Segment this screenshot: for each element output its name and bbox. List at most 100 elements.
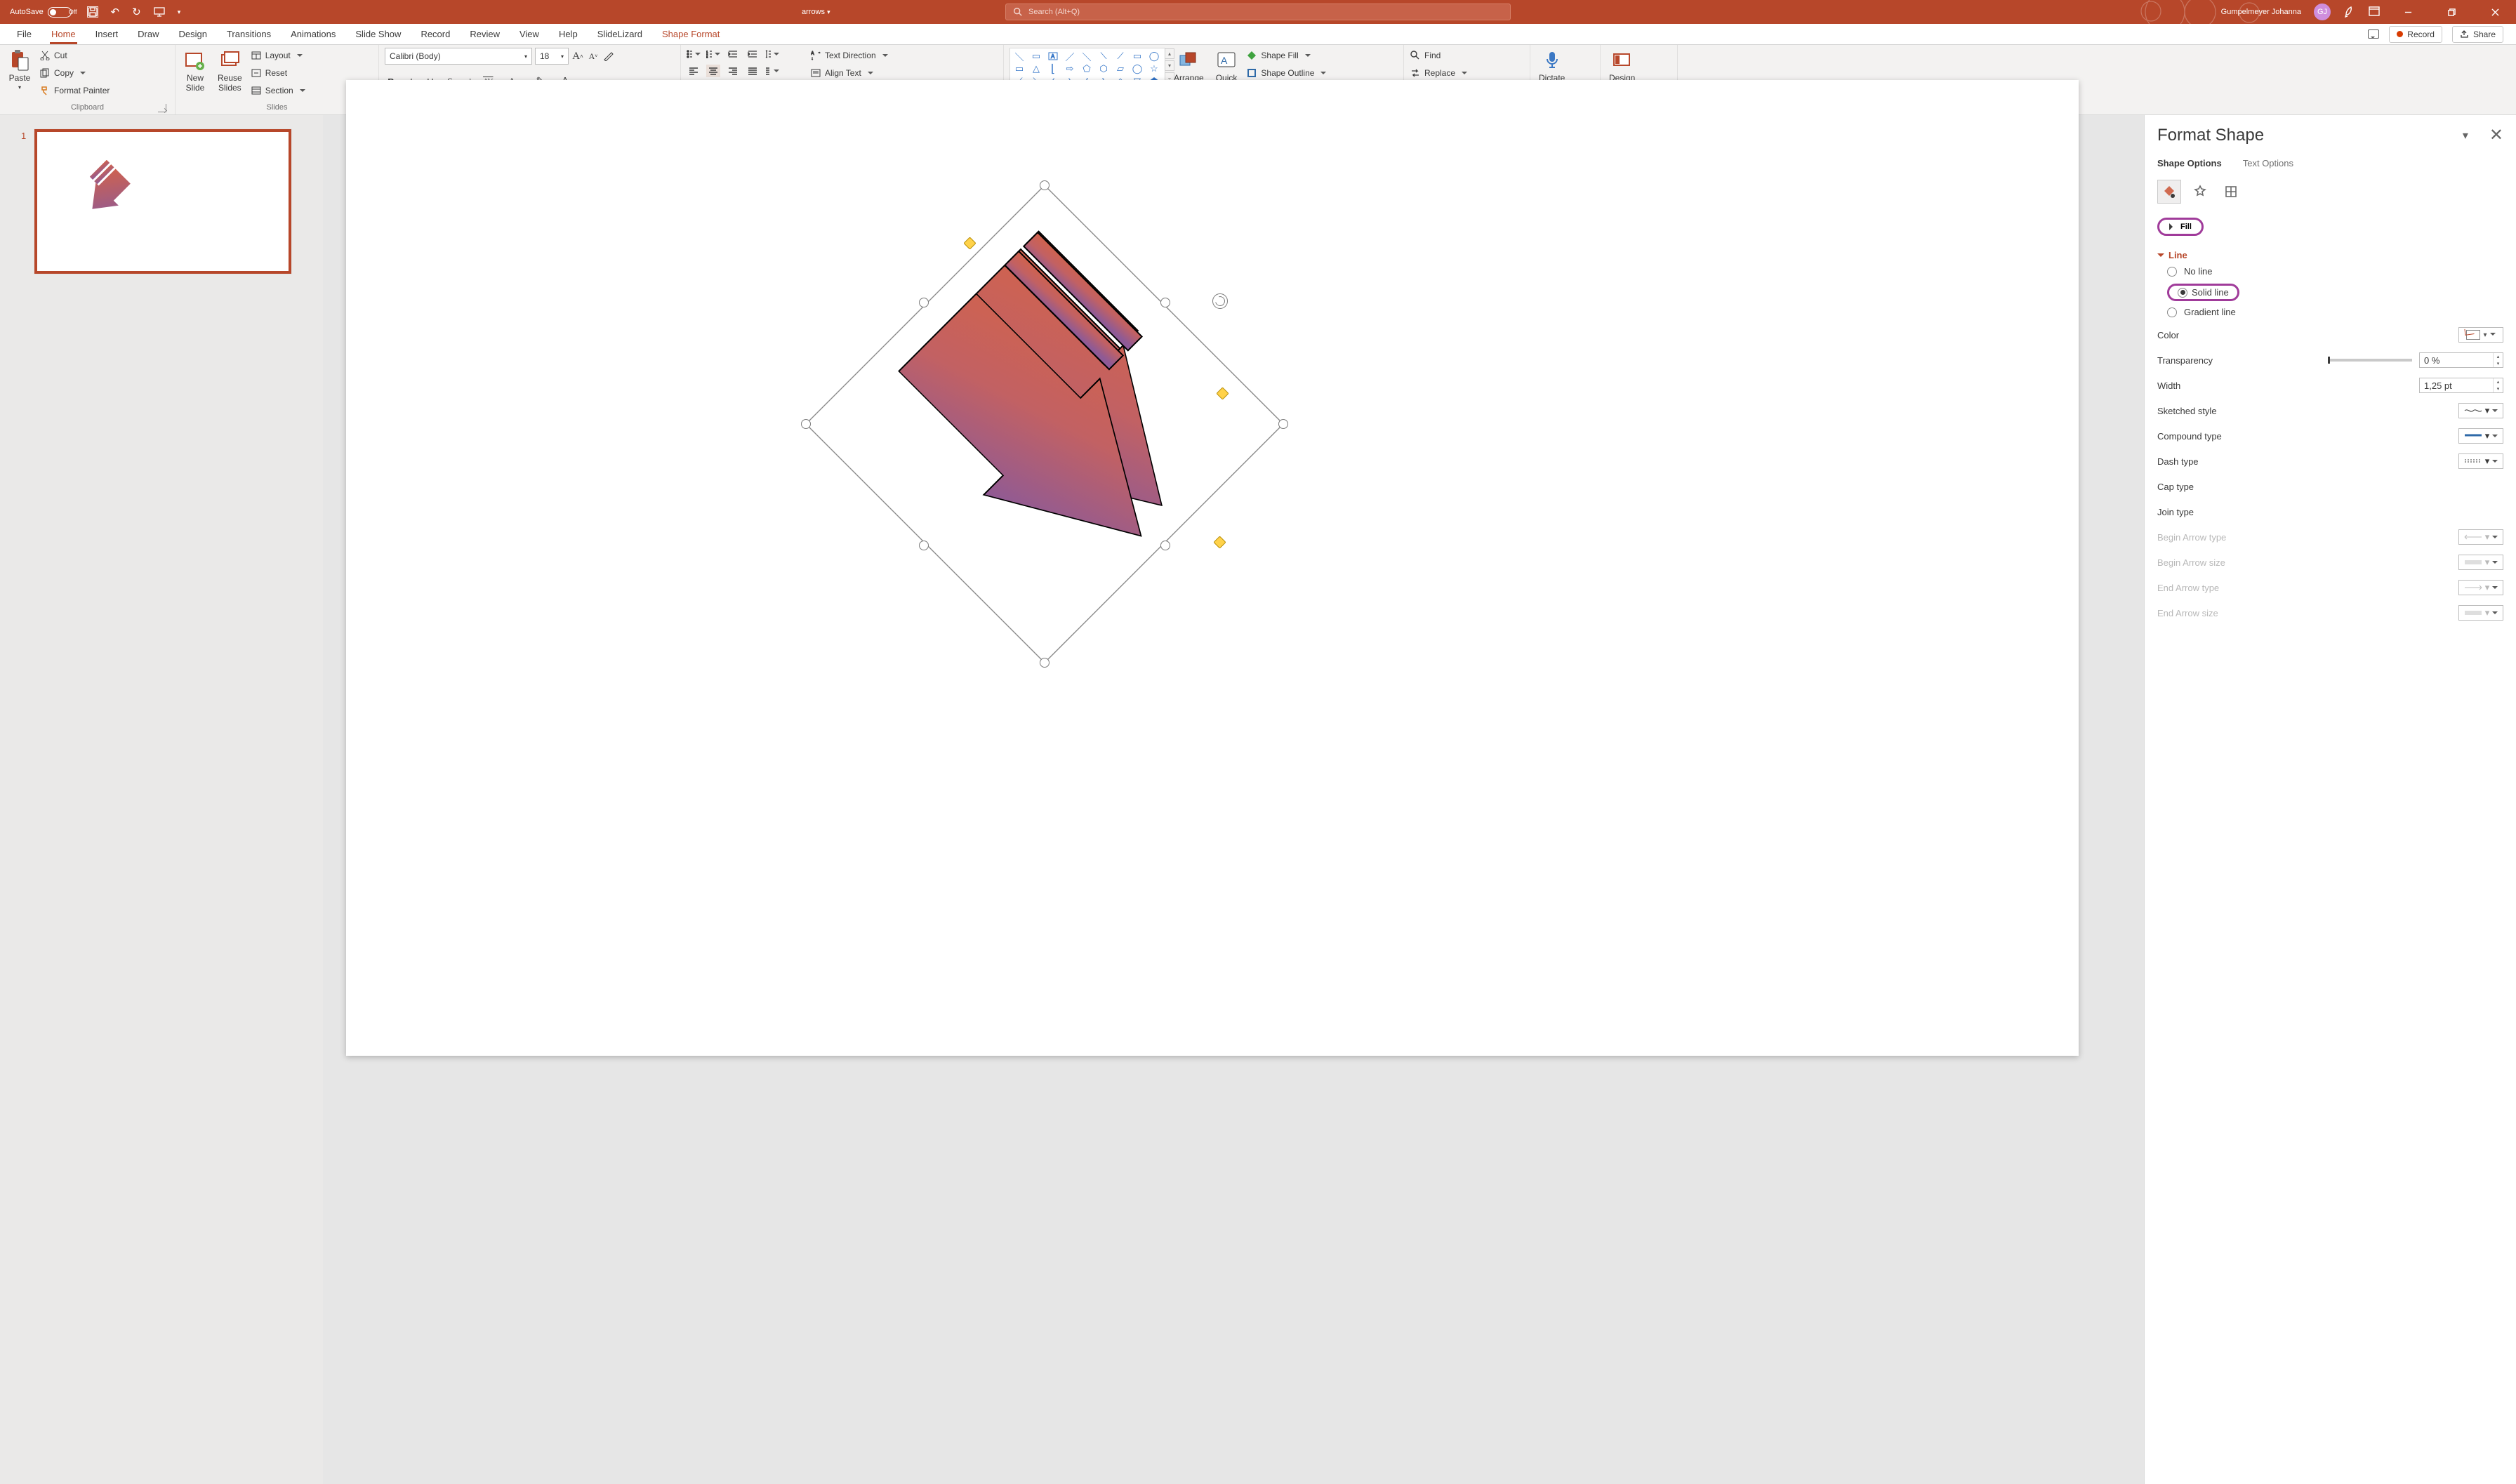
bullets-button[interactable] bbox=[687, 48, 701, 60]
qat-more-icon[interactable]: ▾ bbox=[178, 8, 181, 16]
width-input[interactable]: 1,25 pt▴▾ bbox=[2419, 378, 2503, 393]
clipboard-launcher[interactable] bbox=[158, 104, 166, 112]
increase-font-icon[interactable]: A˄ bbox=[571, 49, 584, 63]
numbering-button[interactable]: 123 bbox=[706, 48, 720, 60]
decrease-font-icon[interactable]: A˅ bbox=[587, 49, 600, 63]
clear-format-icon[interactable] bbox=[602, 49, 615, 63]
line-spacing-button[interactable] bbox=[765, 48, 779, 60]
ribbon-tabs: File Home Insert Draw Design Transitions… bbox=[0, 24, 2516, 45]
text-direction-button[interactable]: AText Direction bbox=[810, 48, 911, 63]
shape-fill-button[interactable]: Shape Fill bbox=[1246, 48, 1326, 63]
rotation-handle[interactable] bbox=[1212, 293, 1228, 309]
tab-insert[interactable]: Insert bbox=[86, 24, 128, 44]
maximize-button[interactable] bbox=[2436, 1, 2467, 23]
close-button[interactable] bbox=[2479, 1, 2510, 23]
radio-solid-line[interactable]: Solid line bbox=[2167, 284, 2239, 301]
format-painter-button[interactable]: Format Painter bbox=[39, 83, 110, 98]
layout-button[interactable]: Layout bbox=[251, 48, 305, 63]
tab-shape-options[interactable]: Shape Options bbox=[2157, 158, 2222, 168]
tab-record[interactable]: Record bbox=[411, 24, 460, 44]
coming-soon-icon[interactable] bbox=[2343, 5, 2356, 20]
cut-button[interactable]: Cut bbox=[39, 48, 110, 63]
tab-animations[interactable]: Animations bbox=[281, 24, 345, 44]
columns-button[interactable] bbox=[765, 65, 779, 77]
taskpane-close-button[interactable]: ✕ bbox=[2489, 125, 2503, 145]
radio-gradient-line[interactable]: Gradient line bbox=[2167, 307, 2503, 317]
display-options-icon[interactable] bbox=[2369, 6, 2380, 18]
transparency-slider[interactable] bbox=[2328, 359, 2412, 362]
replace-button[interactable]: Replace bbox=[1410, 65, 1467, 81]
tab-shape-format[interactable]: Shape Format bbox=[652, 24, 729, 44]
present-icon[interactable] bbox=[154, 6, 165, 18]
autosave-toggle[interactable] bbox=[48, 7, 72, 18]
copy-button[interactable]: Copy bbox=[39, 65, 110, 81]
record-dot-icon bbox=[2397, 31, 2403, 37]
line-color-picker[interactable]: ▾ bbox=[2458, 327, 2503, 343]
subtab-fill-line[interactable] bbox=[2157, 180, 2181, 204]
align-text-button[interactable]: Align Text bbox=[810, 65, 911, 81]
thumb-arrow-icon bbox=[68, 160, 145, 237]
shape-textbox-icon[interactable]: A bbox=[1047, 51, 1059, 61]
reuse-slides-button[interactable]: Reuse Slides bbox=[215, 48, 245, 94]
taskpane-options-icon[interactable]: ▾ bbox=[2463, 128, 2468, 143]
new-slide-button[interactable]: New Slide bbox=[181, 48, 209, 94]
record-button[interactable]: Record bbox=[2389, 26, 2442, 43]
transparency-input[interactable]: 0 %▴▾ bbox=[2419, 352, 2503, 368]
tab-text-options[interactable]: Text Options bbox=[2243, 158, 2293, 168]
slide-thumbnails: 1 bbox=[0, 115, 323, 1484]
sketched-style-select[interactable]: ▾ bbox=[2458, 403, 2503, 418]
tab-help[interactable]: Help bbox=[549, 24, 588, 44]
paste-button[interactable]: Paste▾ bbox=[6, 48, 34, 92]
increase-indent-button[interactable] bbox=[746, 48, 760, 60]
document-title[interactable]: arrows ▾ bbox=[802, 8, 830, 16]
align-center-button[interactable] bbox=[706, 65, 720, 77]
tab-file[interactable]: File bbox=[7, 24, 41, 44]
tab-transitions[interactable]: Transitions bbox=[217, 24, 281, 44]
align-left-button[interactable] bbox=[687, 65, 701, 77]
begin-arrow-type-select: ▾ bbox=[2458, 529, 2503, 545]
decrease-indent-button[interactable] bbox=[726, 48, 740, 60]
svg-text:A: A bbox=[811, 51, 814, 56]
autosave-state: Off bbox=[69, 8, 77, 15]
align-justify-button[interactable] bbox=[746, 65, 760, 77]
selected-shape[interactable] bbox=[767, 164, 1322, 719]
titlebar: AutoSave Off ↶ ↻ ▾ arrows ▾ Search (Alt+… bbox=[0, 0, 2516, 24]
font-name-select[interactable]: Calibri (Body)▾ bbox=[385, 48, 532, 65]
comments-button[interactable] bbox=[2368, 29, 2379, 39]
autosave-label: AutoSave bbox=[10, 8, 44, 16]
line-section-header[interactable]: Line bbox=[2157, 250, 2503, 260]
fill-section-header[interactable]: Fill bbox=[2157, 218, 2204, 236]
shape-rect-icon[interactable]: ▭ bbox=[1030, 51, 1042, 61]
subtab-size[interactable] bbox=[2219, 180, 2243, 204]
section-button[interactable]: Section bbox=[251, 83, 305, 98]
user-avatar[interactable]: GJ bbox=[2314, 4, 2331, 20]
tab-home[interactable]: Home bbox=[41, 24, 86, 44]
tab-view[interactable]: View bbox=[510, 24, 549, 44]
redo-icon[interactable]: ↻ bbox=[132, 6, 141, 18]
align-right-button[interactable] bbox=[726, 65, 740, 77]
tab-review[interactable]: Review bbox=[460, 24, 510, 44]
search-placeholder: Search (Alt+Q) bbox=[1028, 8, 1080, 16]
search-input[interactable]: Search (Alt+Q) bbox=[1005, 4, 1511, 20]
undo-icon[interactable]: ↶ bbox=[111, 6, 120, 18]
subtab-effects[interactable] bbox=[2188, 180, 2212, 204]
shape-line-icon[interactable]: ＼ bbox=[1013, 51, 1026, 61]
reset-button[interactable]: Reset bbox=[251, 65, 305, 81]
find-button[interactable]: Find bbox=[1410, 48, 1467, 63]
tab-draw[interactable]: Draw bbox=[128, 24, 168, 44]
svg-text:A: A bbox=[1051, 53, 1055, 60]
save-icon[interactable] bbox=[87, 6, 98, 18]
tab-slideshow[interactable]: Slide Show bbox=[345, 24, 411, 44]
slide-canvas[interactable] bbox=[346, 80, 2079, 1056]
radio-no-line[interactable]: No line bbox=[2167, 266, 2503, 277]
slide-stage[interactable] bbox=[323, 115, 2144, 1484]
dash-type-select[interactable]: ▾ bbox=[2458, 453, 2503, 469]
shape-outline-button[interactable]: Shape Outline bbox=[1246, 65, 1326, 81]
thumbnail-slide-1[interactable] bbox=[34, 129, 291, 274]
tab-design[interactable]: Design bbox=[169, 24, 217, 44]
font-size-select[interactable]: 18▾ bbox=[535, 48, 569, 65]
minimize-button[interactable] bbox=[2392, 1, 2423, 23]
compound-type-select[interactable]: ▾ bbox=[2458, 428, 2503, 444]
tab-slidelizard[interactable]: SlideLizard bbox=[588, 24, 652, 44]
share-button[interactable]: Share bbox=[2452, 26, 2503, 43]
